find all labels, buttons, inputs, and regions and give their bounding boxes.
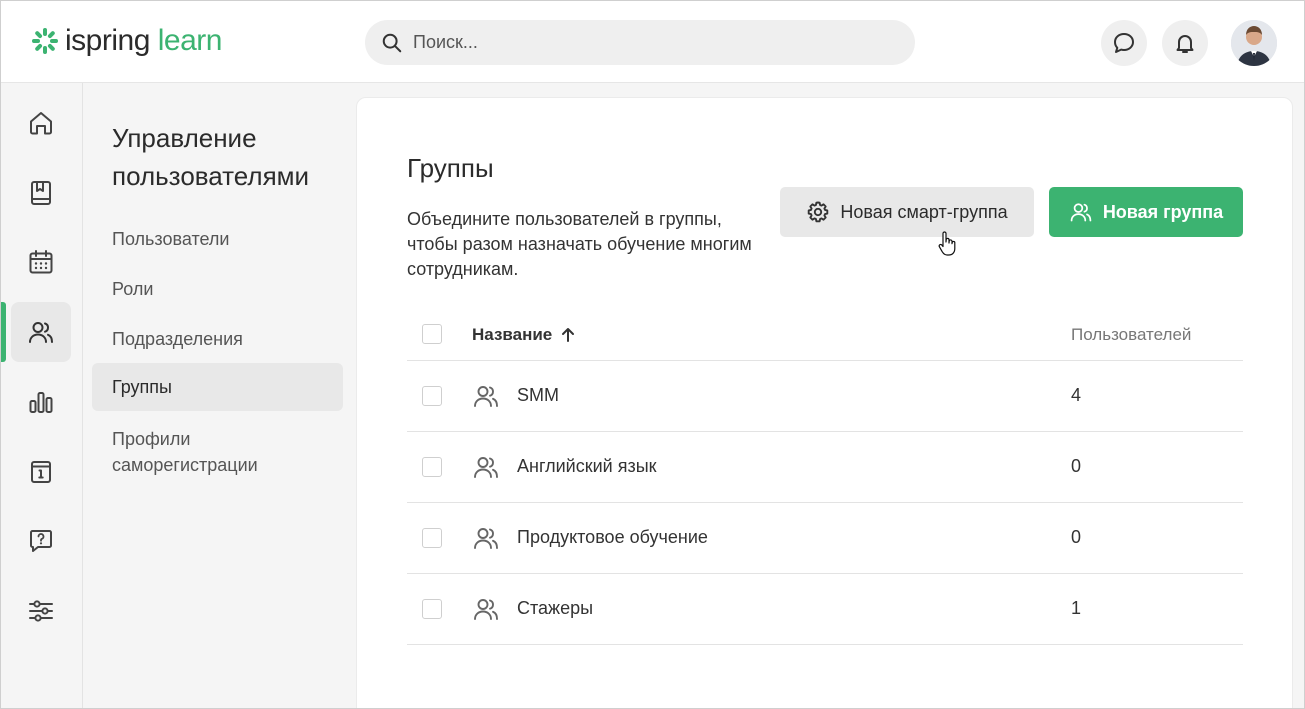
user-avatar[interactable] xyxy=(1231,20,1277,66)
notifications-button[interactable] xyxy=(1162,20,1208,66)
users-icon xyxy=(1070,203,1092,222)
new-smart-group-label: Новая смарт-группа xyxy=(840,201,1008,222)
chat-button[interactable] xyxy=(1101,20,1147,66)
hand-cursor-icon xyxy=(938,231,956,256)
subnav-item-groups[interactable]: Группы xyxy=(92,363,343,411)
logo-text-ispring: ispring xyxy=(65,24,150,57)
table-row[interactable]: SMM 4 xyxy=(407,361,1243,432)
select-all-checkbox[interactable] xyxy=(422,324,442,344)
new-group-label: Новая группа xyxy=(1102,201,1224,222)
column-name-header[interactable]: Название xyxy=(472,325,576,345)
arrow-up-icon xyxy=(562,328,575,342)
group-name[interactable]: Английский язык xyxy=(517,456,657,477)
subnav-item-roles[interactable]: Роли xyxy=(92,276,343,302)
sliders-icon xyxy=(29,600,53,622)
chat-icon xyxy=(1114,33,1134,53)
search-icon xyxy=(382,33,402,52)
subnav-item-departments[interactable]: Подразделения xyxy=(92,326,343,352)
row-checkbox[interactable] xyxy=(422,386,442,406)
subnav-item-users[interactable]: Пользователи xyxy=(92,226,343,252)
rail-users[interactable] xyxy=(11,302,71,362)
subnav-item-self-registration[interactable]: Профили саморегистрации xyxy=(92,426,312,478)
group-user-count: 0 xyxy=(1071,527,1082,547)
new-smart-group-button[interactable]: Новая смарт-группа xyxy=(780,187,1034,237)
table-row[interactable]: Английский язык 0 xyxy=(407,432,1243,503)
book-icon xyxy=(31,181,51,205)
group-icon xyxy=(474,457,498,478)
rail-support[interactable] xyxy=(11,511,71,571)
table-header: Название Пользователей xyxy=(407,308,1243,361)
ispring-logo[interactable]: ispring learn xyxy=(31,23,222,59)
column-name-label: Название xyxy=(472,325,553,344)
group-user-count: 4 xyxy=(1071,385,1082,405)
groups-table: Название Пользователей SMM 4 Английский … xyxy=(407,308,1243,645)
home-icon xyxy=(30,112,52,135)
group-name[interactable]: Стажеры xyxy=(517,598,593,619)
rail-info[interactable] xyxy=(11,441,71,501)
chart-icon xyxy=(29,392,53,413)
row-checkbox[interactable] xyxy=(422,457,442,477)
table-row[interactable]: Стажеры 1 xyxy=(407,574,1243,645)
logo-mark-icon xyxy=(32,28,58,54)
calendar-icon xyxy=(29,250,53,274)
logo-text-learn: learn xyxy=(157,24,223,57)
rail-settings[interactable] xyxy=(11,581,71,641)
section-sidebar: Управление пользователями Пользователи Р… xyxy=(83,83,355,708)
rail-calendar[interactable] xyxy=(11,232,71,292)
search-bar[interactable] xyxy=(365,20,915,65)
rail-home[interactable] xyxy=(11,93,71,153)
logo-text: ispring learn xyxy=(65,23,222,59)
users-icon xyxy=(29,322,53,343)
gear-icon xyxy=(808,201,829,223)
group-icon xyxy=(474,599,498,620)
page-description: Объедините пользователей в группы, чтобы… xyxy=(407,209,752,279)
group-icon xyxy=(474,386,498,407)
info-card-icon xyxy=(31,461,51,483)
page-title: Группы xyxy=(407,153,494,183)
new-group-button[interactable]: Новая группа xyxy=(1049,187,1243,237)
bell-icon xyxy=(1176,35,1194,53)
group-name[interactable]: SMM xyxy=(517,385,559,406)
row-checkbox[interactable] xyxy=(422,528,442,548)
group-icon xyxy=(474,528,498,549)
avatar-photo-icon xyxy=(1231,20,1277,66)
question-icon xyxy=(30,530,52,552)
app-window: ispring learn Поиск... Управление пользо… xyxy=(0,0,1305,709)
groups-card: Группы Объедините пользователей в группы… xyxy=(356,97,1293,708)
table-row[interactable]: Продуктовое обучение 0 xyxy=(407,503,1243,574)
group-user-count: 0 xyxy=(1071,456,1082,476)
group-user-count: 1 xyxy=(1071,598,1082,618)
section-title: Управление пользователями xyxy=(112,123,310,191)
search-input[interactable] xyxy=(413,32,893,53)
active-indicator xyxy=(1,302,6,362)
group-name[interactable]: Продуктовое обучение xyxy=(517,527,708,548)
icon-rail xyxy=(1,83,83,708)
row-checkbox[interactable] xyxy=(422,599,442,619)
rail-courses[interactable] xyxy=(11,163,71,223)
top-header: ispring learn xyxy=(1,1,1304,83)
column-users-header[interactable]: Пользователей xyxy=(1071,325,1191,345)
rail-reports[interactable] xyxy=(11,372,71,432)
